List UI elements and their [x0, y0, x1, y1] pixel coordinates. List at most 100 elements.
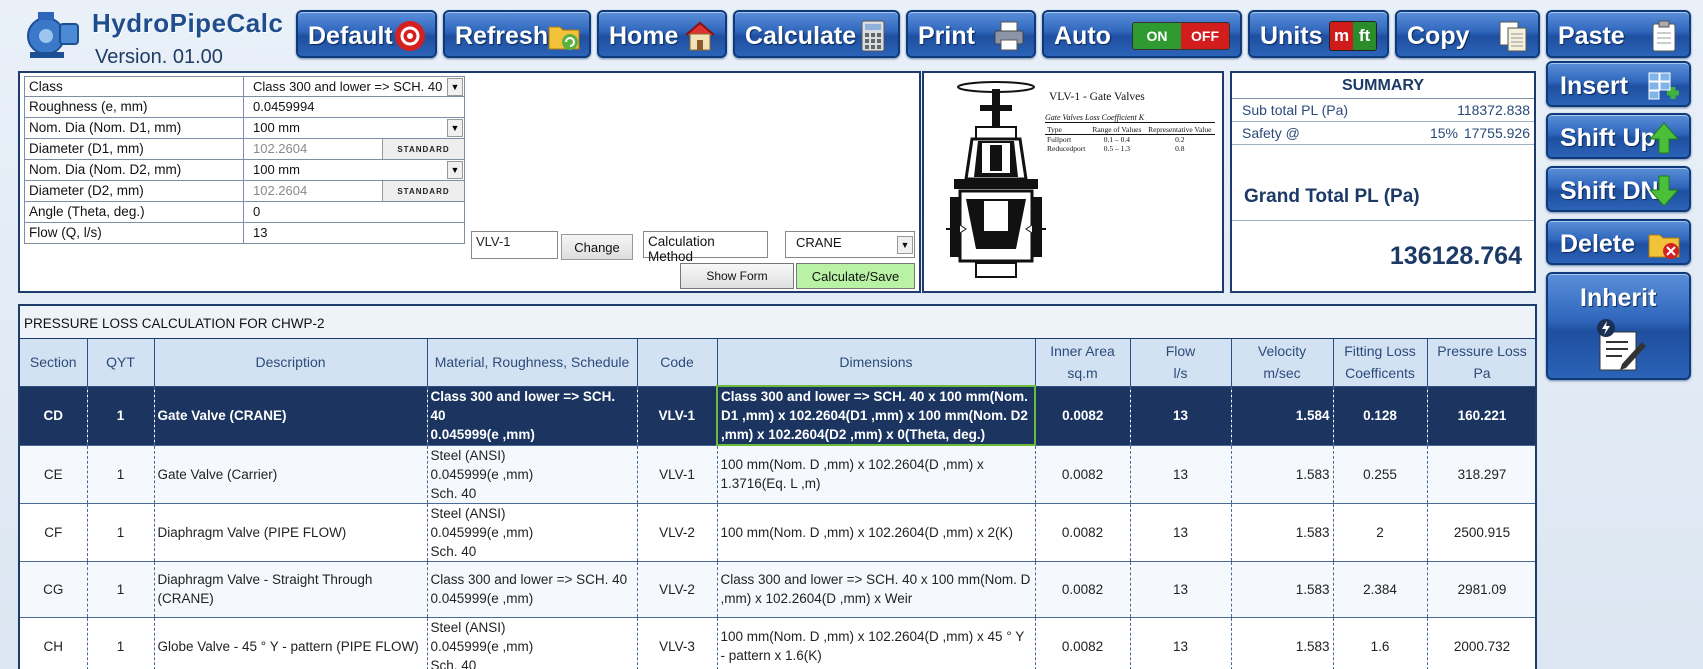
table-row[interactable]: CF 1 Diaphragm Valve (PIPE FLOW) Steel (ANS… [20, 503, 1535, 562]
column-header[interactable]: Inner Area sq.m [1035, 339, 1131, 387]
safety-percent[interactable]: 15% [1398, 125, 1458, 141]
table-cell[interactable]: 13 [1130, 386, 1232, 446]
table-cell[interactable]: 13 [1130, 617, 1232, 669]
units-m[interactable]: m [1330, 22, 1353, 50]
table-row[interactable]: CG 1 Diaphragm Valve - Straight Through (C… [20, 561, 1535, 618]
table-cell[interactable]: Steel (ANSI) 0.045999(e ,mm) Sch. 40 [427, 617, 638, 669]
form-value-input[interactable]: 102.2604 STANDARD [244, 139, 465, 159]
table-cell[interactable]: 0.0082 [1035, 386, 1131, 446]
table-cell[interactable]: 100 mm(Nom. D ,mm) x 102.2604(D ,mm) x 2… [717, 503, 1036, 562]
form-value-input[interactable]: 102.2604 STANDARD [244, 181, 465, 201]
column-header[interactable]: Material, Roughness, Schedule [427, 339, 638, 387]
table-cell[interactable]: 1 [87, 445, 155, 504]
table-cell[interactable]: Class 300 and lower => SCH. 40 x 100 mm(… [717, 561, 1036, 618]
table-cell[interactable]: CG [20, 561, 88, 618]
standard-button[interactable]: STANDARD [382, 139, 464, 159]
table-cell[interactable]: Class 300 and lower => SCH. 40 0.045999(e… [427, 561, 638, 618]
column-header[interactable]: Flow l/s [1130, 339, 1232, 387]
table-cell[interactable]: 0.0082 [1035, 617, 1131, 669]
table-cell[interactable]: CF [20, 503, 88, 562]
table-cell[interactable]: 2981.09 [1427, 561, 1535, 618]
table-cell[interactable]: CE [20, 445, 88, 504]
table-cell[interactable]: CH [20, 617, 88, 669]
column-header[interactable]: Pressure Loss Pa [1427, 339, 1535, 387]
standard-button[interactable]: STANDARD [382, 181, 464, 201]
insert-button[interactable]: Insert [1546, 61, 1691, 107]
table-cell[interactable]: 0.0082 [1035, 561, 1131, 618]
table-row[interactable]: CH 1 Globe Valve - 45 ° Y - pattern (PIPE … [20, 617, 1535, 669]
auto-toggle-button[interactable]: Auto ON OFF [1042, 10, 1242, 58]
table-cell[interactable]: 1.583 [1231, 561, 1334, 618]
column-header[interactable]: Section [20, 339, 88, 387]
table-cell[interactable]: 2000.732 [1427, 617, 1535, 669]
paste-button[interactable]: Paste [1546, 10, 1691, 58]
chevron-down-icon[interactable]: ▼ [447, 119, 463, 137]
table-cell[interactable]: VLV-3 [637, 617, 718, 669]
units-m-ft-switch[interactable]: m ft [1329, 21, 1377, 51]
table-cell[interactable]: 0.0082 [1035, 445, 1131, 504]
table-cell[interactable]: 1 [87, 617, 155, 669]
table-cell[interactable]: VLV-1 [637, 445, 718, 504]
delete-button[interactable]: Delete [1546, 219, 1691, 265]
table-cell[interactable]: 13 [1130, 503, 1232, 562]
table-row[interactable]: CD 1 Gate Valve (CRANE) Class 300 and lower… [20, 385, 1535, 446]
refresh-button[interactable]: Refresh [443, 10, 591, 58]
calculate-button[interactable]: Calculate [733, 10, 900, 58]
table-cell[interactable]: Steel (ANSI) 0.045999(e ,mm) Sch. 40 [427, 445, 638, 504]
table-cell[interactable]: VLV-2 [637, 503, 718, 562]
table-cell[interactable]: 1.584 [1231, 386, 1334, 446]
shift-down-button[interactable]: Shift DN [1546, 166, 1691, 212]
table-cell[interactable]: 0.128 [1333, 386, 1428, 446]
calculation-method-select[interactable]: CRANE ▼ [785, 231, 915, 258]
code-input[interactable]: VLV-1 [471, 231, 558, 259]
table-row[interactable]: CE 1 Gate Valve (Carrier) Steel (ANSI) 0.045… [20, 445, 1535, 504]
table-cell[interactable]: Class 300 and lower => SCH. 40 x 100 mm(… [716, 385, 1036, 446]
print-button[interactable]: Print [906, 10, 1036, 58]
table-cell[interactable]: 13 [1130, 561, 1232, 618]
table-cell[interactable]: 0.255 [1333, 445, 1428, 504]
table-cell[interactable]: 100 mm(Nom. D ,mm) x 102.2604(D ,mm) x 4… [717, 617, 1036, 669]
column-header[interactable]: Description [154, 339, 428, 387]
table-cell[interactable]: 0.0082 [1035, 503, 1131, 562]
column-header[interactable]: Fitting Loss Coefficents [1333, 339, 1428, 387]
table-cell[interactable]: 160.221 [1427, 386, 1535, 446]
units-button[interactable]: Units m ft [1248, 10, 1389, 58]
table-cell[interactable]: Class 300 and lower => SCH. 40 0.045999(e… [427, 386, 638, 446]
chevron-down-icon[interactable]: ▼ [897, 236, 913, 254]
table-cell[interactable]: 1 [87, 561, 155, 618]
table-cell[interactable]: Diaphragm Valve - Straight Through (CRAN… [154, 561, 428, 618]
auto-on[interactable]: ON [1133, 23, 1181, 49]
column-header[interactable]: Velocity m/sec [1231, 339, 1334, 387]
calculate-save-button[interactable]: Calculate/Save [796, 263, 915, 289]
column-header[interactable]: QYT [87, 339, 155, 387]
table-cell[interactable]: 1.6 [1333, 617, 1428, 669]
table-cell[interactable]: Diaphragm Valve (PIPE FLOW) [154, 503, 428, 562]
column-header[interactable]: Dimensions [717, 339, 1036, 387]
form-value-input[interactable]: 100 mm ▼ [244, 118, 465, 138]
table-cell[interactable]: 1.583 [1231, 503, 1334, 562]
form-value-input[interactable]: 13 [244, 223, 465, 243]
table-cell[interactable]: 13 [1130, 445, 1232, 504]
form-value-input[interactable]: 0 [244, 202, 465, 222]
table-cell[interactable]: Globe Valve - 45 ° Y - pattern (PIPE FLO… [154, 617, 428, 669]
table-cell[interactable]: VLV-1 [637, 386, 718, 446]
auto-on-off-switch[interactable]: ON OFF [1132, 22, 1230, 50]
table-cell[interactable]: 100 mm(Nom. D ,mm) x 102.2604(D ,mm) x 1… [717, 445, 1036, 504]
table-cell[interactable]: VLV-2 [637, 561, 718, 618]
table-cell[interactable]: 1.583 [1231, 617, 1334, 669]
table-cell[interactable]: 2500.915 [1427, 503, 1535, 562]
form-value-input[interactable]: Class 300 and lower => SCH. 40 ▼ [244, 77, 465, 96]
column-header[interactable]: Code [637, 339, 718, 387]
table-cell[interactable]: Steel (ANSI) 0.045999(e ,mm) Sch. 40 [427, 503, 638, 562]
inherit-button[interactable]: Inherit [1546, 272, 1691, 380]
form-value-input[interactable]: 0.0459994 [244, 97, 465, 117]
table-cell[interactable]: 1 [87, 386, 155, 446]
table-cell[interactable]: 1 [87, 503, 155, 562]
table-cell[interactable]: Gate Valve (CRANE) [154, 386, 428, 446]
chevron-down-icon[interactable]: ▼ [447, 161, 463, 179]
home-button[interactable]: Home [597, 10, 727, 58]
chevron-down-icon[interactable]: ▼ [447, 78, 463, 96]
auto-off[interactable]: OFF [1181, 23, 1229, 49]
table-cell[interactable]: 2.384 [1333, 561, 1428, 618]
table-cell[interactable]: CD [20, 386, 88, 446]
